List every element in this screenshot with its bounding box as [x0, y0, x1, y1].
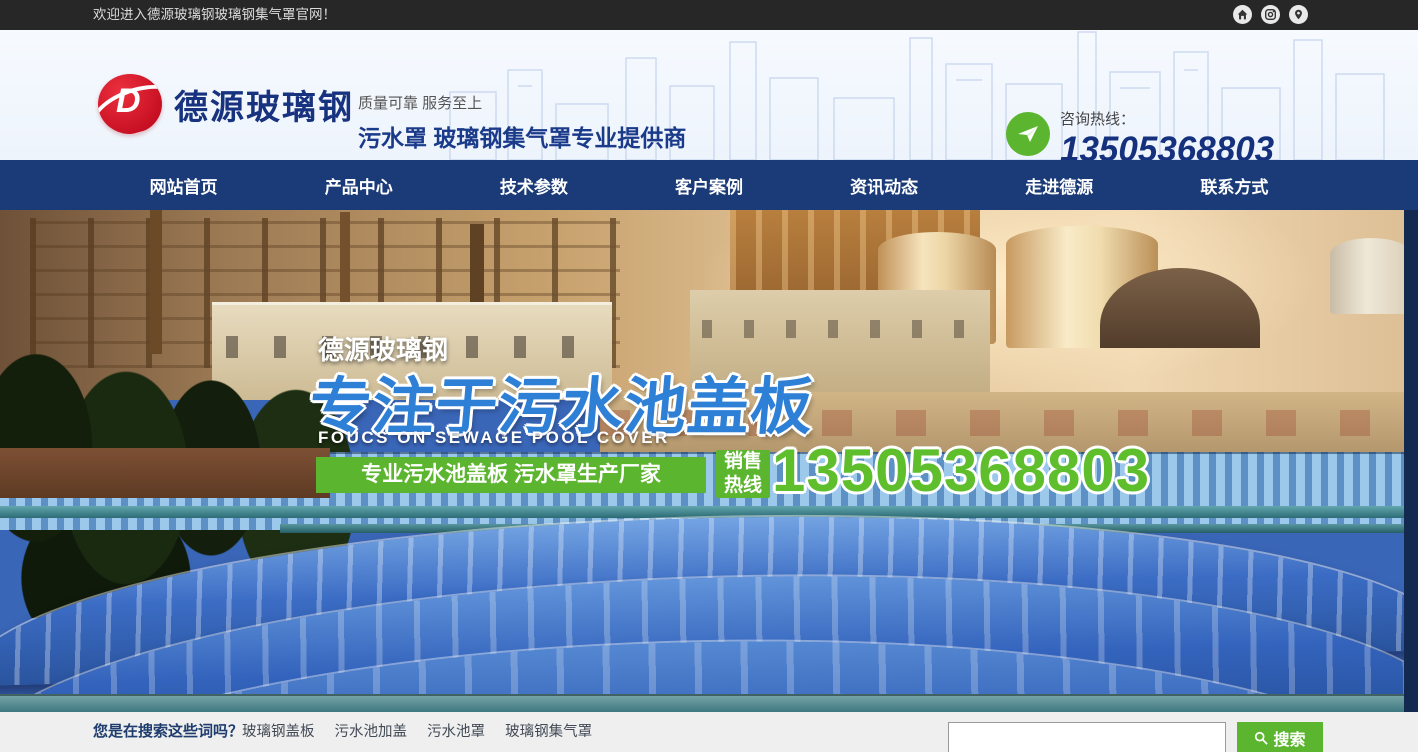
nav-item-contact[interactable]: 联系方式 — [1147, 160, 1322, 210]
topbar: 欢迎进入德源玻璃钢玻璃钢集气罩官网！ — [0, 0, 1418, 30]
hero-banner: 德源玻璃钢 专注于污水池盖板 FOUCS ON SEWAGE POOL COVE… — [0, 210, 1418, 712]
sales-hotline-number: 13505368803 — [772, 436, 1150, 505]
home-icon[interactable] — [1233, 5, 1252, 24]
instagram-icon[interactable] — [1261, 5, 1280, 24]
paper-plane-icon — [1006, 112, 1050, 156]
slogan-big: 污水罩 玻璃钢集气罩专业提供商 — [358, 119, 686, 153]
page: 欢迎进入德源玻璃钢玻璃钢集气罩官网！ — [0, 0, 1418, 752]
hotline-number: 13505368803 — [1060, 130, 1274, 160]
nav-item-products[interactable]: 产品中心 — [271, 160, 446, 210]
nav-item-home[interactable]: 网站首页 — [96, 160, 271, 210]
header-hotline: 咨询热线： 13505368803 — [1006, 108, 1274, 160]
nav-item-cases[interactable]: 客户案例 — [621, 160, 796, 210]
logo[interactable]: D 德源玻璃钢 — [98, 74, 354, 134]
hero-tagline-badge: 专业污水池盖板 污水罩生产厂家 — [316, 457, 706, 493]
search-button-label: 搜索 — [1273, 726, 1305, 750]
keyword-link-pool-capping[interactable]: 污水池加盖 — [335, 724, 408, 740]
hotline-label: 咨询热线： — [1060, 108, 1274, 129]
sales-hotline-label-1: 销售 — [716, 450, 770, 474]
search-button[interactable]: 搜索 — [1237, 722, 1323, 752]
hero-subheadline-en: FOUCS ON SEWAGE POOL COVER — [318, 428, 670, 448]
search-prompt: 您是在搜索这些词吗？ — [93, 712, 243, 752]
sales-hotline-label-2: 热线 — [716, 474, 770, 498]
slogan-small: 质量可靠 服务至上 — [358, 92, 686, 113]
sales-hotline-badge: 销售 热线 — [716, 450, 770, 498]
hot-keywords: 玻璃钢盖板 污水池加盖 污水池罩 玻璃钢集气罩 — [242, 712, 608, 752]
search-bar: 您是在搜索这些词吗？ 玻璃钢盖板 污水池加盖 污水池罩 玻璃钢集气罩 搜索 — [0, 712, 1418, 752]
search-icon — [1254, 731, 1268, 745]
main-nav: 网站首页 产品中心 技术参数 客户案例 资讯动态 走进德源 联系方式 — [0, 160, 1418, 210]
welcome-text: 欢迎进入德源玻璃钢玻璃钢集气罩官网！ — [93, 0, 336, 30]
location-icon[interactable] — [1289, 5, 1308, 24]
logo-text: 德源玻璃钢 — [174, 80, 354, 129]
site-header: D 德源玻璃钢 质量可靠 服务至上 污水罩 玻璃钢集气罩专业提供商 咨询热线： … — [0, 30, 1418, 160]
nav-item-about[interactable]: 走进德源 — [972, 160, 1147, 210]
search-input[interactable] — [948, 722, 1226, 752]
keyword-link-pool-hood[interactable]: 污水池罩 — [427, 724, 485, 740]
logo-mark-icon: D — [98, 74, 162, 134]
nav-item-specs[interactable]: 技术参数 — [446, 160, 621, 210]
nav-item-news[interactable]: 资讯动态 — [797, 160, 972, 210]
keyword-link-fiberglass-cover[interactable]: 玻璃钢盖板 — [242, 724, 315, 740]
keyword-link-gas-collecting-hood[interactable]: 玻璃钢集气罩 — [505, 724, 592, 740]
header-slogan: 质量可靠 服务至上 污水罩 玻璃钢集气罩专业提供商 — [358, 92, 686, 153]
topbar-social-icons — [1233, 5, 1308, 24]
